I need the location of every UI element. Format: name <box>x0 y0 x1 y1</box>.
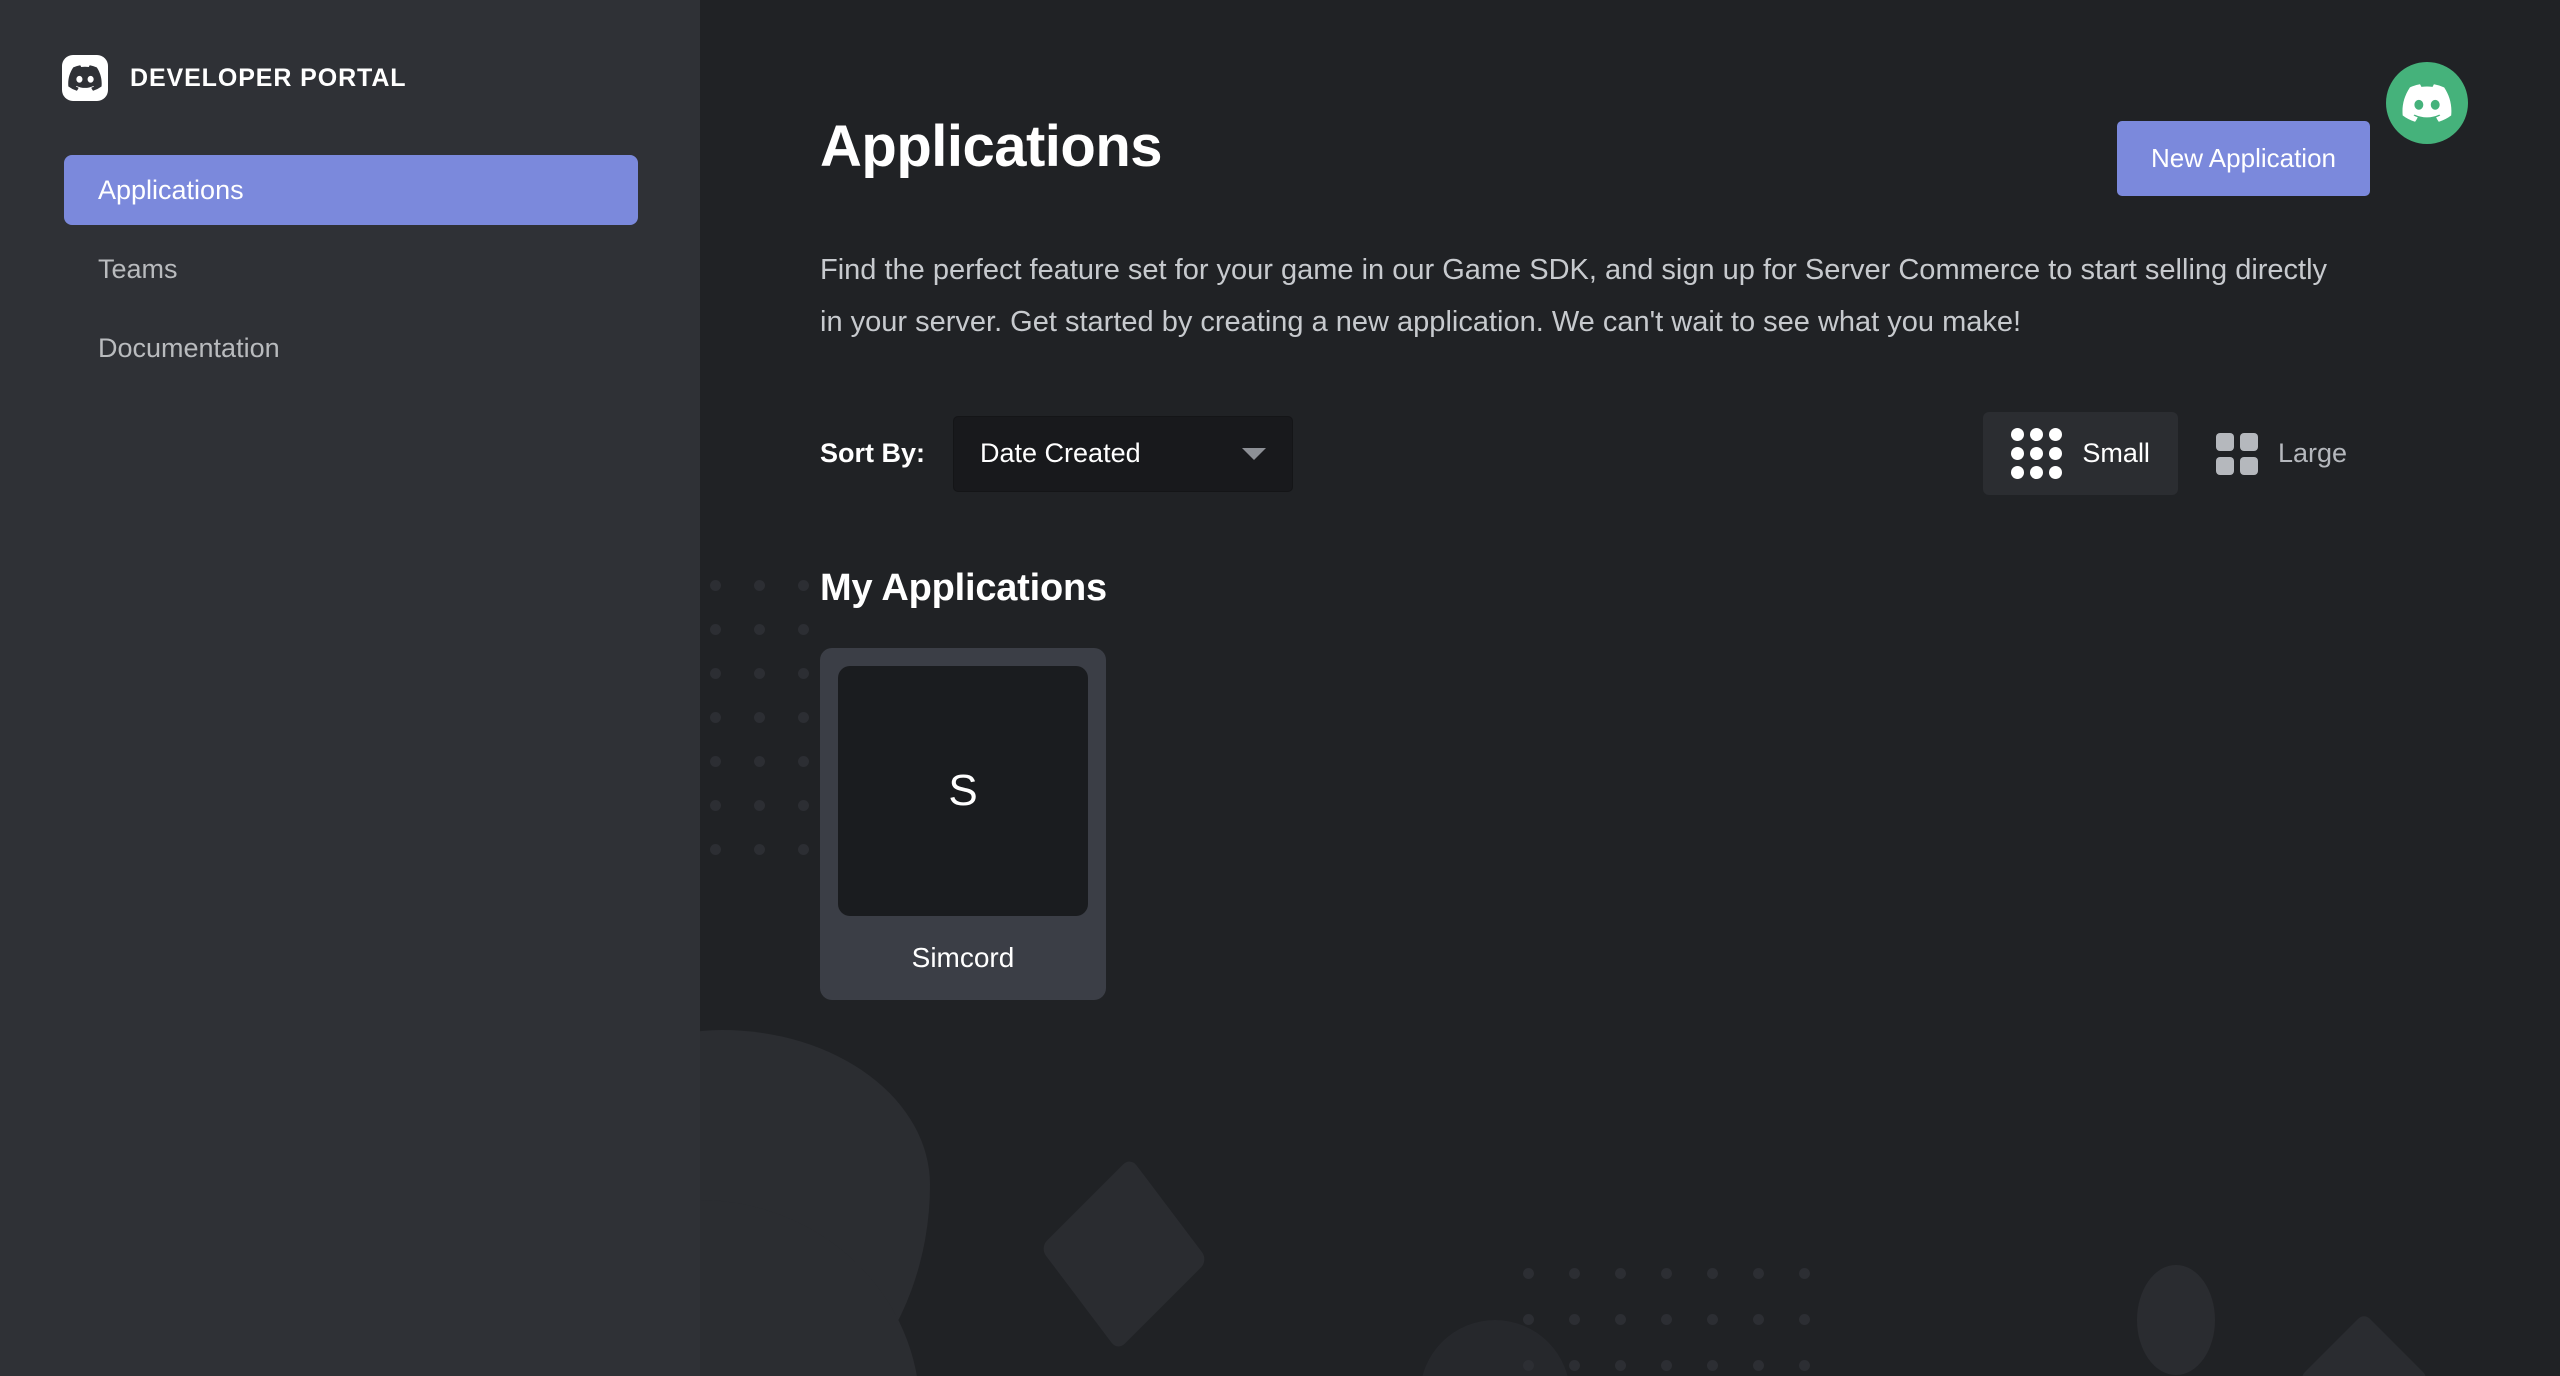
sidebar-item-teams[interactable]: Teams <box>64 234 638 304</box>
diamond-shape-icon <box>1039 1157 1209 1351</box>
sidebar-item-applications[interactable]: Applications <box>64 155 638 225</box>
large-grid-icon <box>2215 432 2258 475</box>
section-title-my-applications: My Applications <box>820 567 1107 609</box>
view-toggle-large[interactable]: Large <box>2188 417 2375 491</box>
application-icon: S <box>838 666 1088 916</box>
avatar[interactable] <box>2386 62 2468 144</box>
new-application-button[interactable]: New Application <box>2117 121 2370 196</box>
page-title: Applications <box>820 114 1163 179</box>
page-header-row: Applications New Application <box>820 0 2560 196</box>
sidebar-nav: Applications Teams Documentation <box>0 155 700 383</box>
sort-by-value: Date Created <box>980 438 1141 468</box>
sidebar: DEVELOPER PORTAL Applications Teams Docu… <box>0 0 700 1376</box>
application-grid: S Simcord <box>820 648 2560 1000</box>
chevron-down-icon <box>1242 447 1267 460</box>
sidebar-item-documentation[interactable]: Documentation <box>64 313 638 383</box>
blob-shape-icon <box>700 1030 930 1376</box>
main-content: Applications New Application Find the pe… <box>700 0 2560 1376</box>
view-toggle-large-label: Large <box>2277 438 2347 468</box>
discord-logo-icon <box>62 55 108 101</box>
page-description: Find the perfect feature set for your ga… <box>820 254 2328 338</box>
dot-pattern-bottom-icon <box>1523 1268 1845 1376</box>
brand-title: DEVELOPER PORTAL <box>130 63 407 92</box>
view-toggle-small-label: Small <box>2082 438 2150 468</box>
diamond-shape-icon <box>2298 1312 2430 1376</box>
circle-shape-icon <box>1420 1320 1570 1376</box>
sort-by-select[interactable]: Date Created <box>953 415 1294 492</box>
discord-avatar-icon <box>2402 84 2452 122</box>
application-card[interactable]: S Simcord <box>820 648 1106 1000</box>
ellipse-shape-icon <box>2137 1265 2215 1375</box>
small-grid-icon <box>2011 428 2063 479</box>
brand-header[interactable]: DEVELOPER PORTAL <box>0 0 700 101</box>
controls-row: Sort By: Date Created Small Large <box>820 412 2560 495</box>
view-toggle-small[interactable]: Small <box>1983 412 2178 495</box>
sort-by-label: Sort By: <box>820 438 926 468</box>
blob-shape-icon <box>700 1200 920 1376</box>
application-name: Simcord <box>911 942 1015 973</box>
content-column: Applications New Application Find the pe… <box>700 0 2560 1000</box>
developer-portal-app: DEVELOPER PORTAL Applications Teams Docu… <box>0 0 2560 1376</box>
view-toggle-group: Small Large <box>1983 412 2375 495</box>
